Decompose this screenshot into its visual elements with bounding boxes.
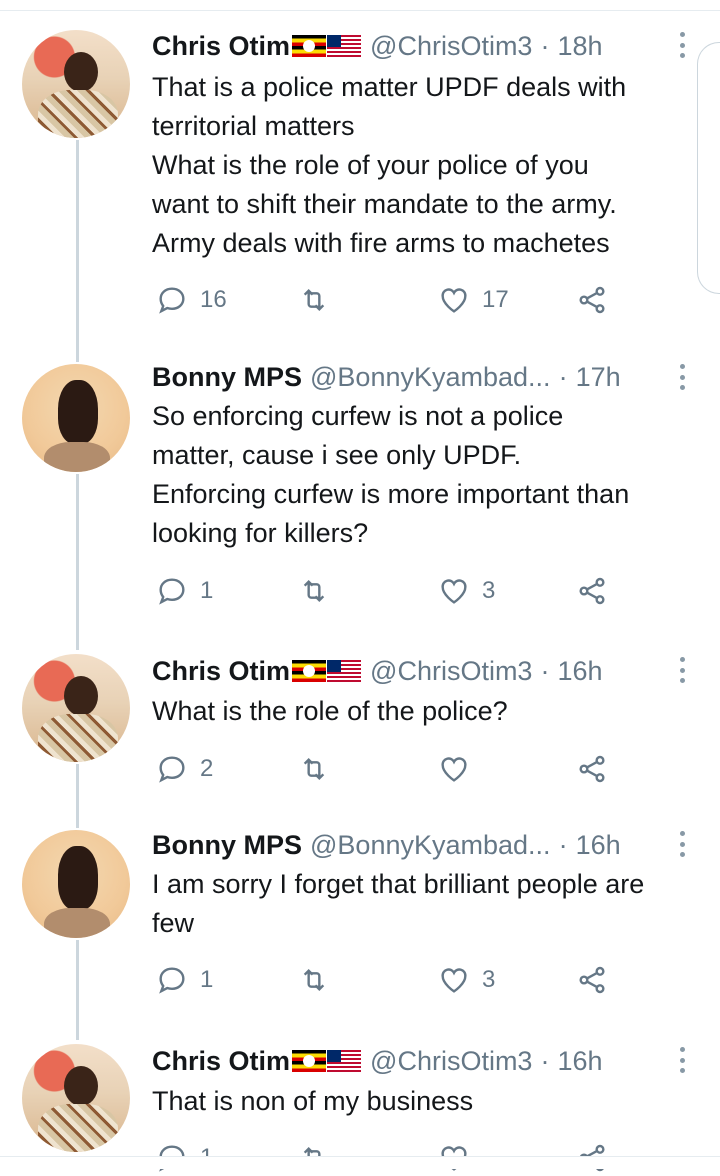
thread-line bbox=[76, 940, 79, 1040]
retweet-button[interactable] bbox=[298, 573, 342, 609]
tweet-actions: 1 3 bbox=[152, 962, 622, 998]
retweet-icon bbox=[303, 968, 325, 992]
separator-dot: · bbox=[540, 30, 550, 61]
heart-icon bbox=[441, 757, 467, 782]
retweet-icon bbox=[303, 288, 325, 312]
thread-line bbox=[76, 764, 79, 828]
like-count: 3 bbox=[482, 966, 496, 993]
share-button[interactable] bbox=[576, 282, 608, 318]
more-options-icon[interactable] bbox=[678, 657, 686, 683]
separator-dot: · bbox=[540, 655, 550, 686]
handle[interactable]: @BonnyKyambad... bbox=[310, 362, 551, 393]
share-button[interactable] bbox=[576, 573, 608, 609]
liberia-flag-icon bbox=[327, 35, 362, 57]
reply-icon bbox=[159, 287, 185, 314]
top-divider bbox=[0, 0, 720, 11]
flag-emojis bbox=[292, 660, 362, 682]
share-icon bbox=[579, 577, 605, 605]
tweet-text: So enforcing curfew is not a police matt… bbox=[152, 401, 630, 548]
handle[interactable]: @BonnyKyambad... bbox=[310, 830, 551, 861]
heart-icon bbox=[441, 579, 467, 604]
thread-line bbox=[76, 474, 79, 650]
reply-count: 1 bbox=[200, 966, 214, 993]
share-icon bbox=[579, 755, 605, 783]
thread-line bbox=[76, 140, 79, 362]
timestamp[interactable]: 18h bbox=[557, 31, 602, 62]
tweet-actions: 2 bbox=[152, 751, 622, 787]
reply-count: 2 bbox=[200, 755, 214, 782]
reply-button[interactable]: 2 bbox=[156, 751, 213, 787]
avatar[interactable] bbox=[22, 654, 130, 762]
share-icon bbox=[579, 966, 605, 994]
liberia-flag-icon bbox=[327, 1050, 362, 1072]
share-icon bbox=[579, 286, 605, 314]
separator-dot: · bbox=[558, 361, 568, 392]
more-options-icon[interactable] bbox=[678, 831, 686, 857]
tweet-actions: 1 3 bbox=[152, 573, 622, 609]
tweet-text: That is a police matter UPDF deals with … bbox=[152, 72, 627, 258]
like-count: 17 bbox=[482, 286, 509, 313]
reply-button[interactable]: 16 bbox=[156, 282, 227, 318]
uganda-flag-icon bbox=[292, 1050, 327, 1072]
retweet-icon bbox=[303, 757, 325, 781]
avatar[interactable] bbox=[22, 30, 130, 138]
reply-icon bbox=[159, 967, 185, 994]
tweet-header: Chris Otim @ChrisOtim3 · 16h bbox=[152, 653, 603, 689]
timestamp[interactable]: 16h bbox=[576, 830, 621, 861]
separator-dot: · bbox=[558, 829, 568, 860]
heart-icon bbox=[441, 968, 467, 993]
retweet-button[interactable] bbox=[298, 282, 342, 318]
tweet-text: I am sorry I forget that brilliant peopl… bbox=[152, 869, 645, 938]
more-options-icon[interactable] bbox=[678, 1047, 686, 1073]
retweet-icon bbox=[303, 579, 325, 603]
display-name[interactable]: Bonny MPS bbox=[152, 362, 302, 393]
reply-button[interactable]: 1 bbox=[156, 962, 213, 998]
more-options-icon[interactable] bbox=[678, 32, 686, 58]
tweet-header: Bonny MPS @BonnyKyambad... · 16h bbox=[152, 827, 621, 863]
reply-button[interactable]: 1 bbox=[156, 573, 213, 609]
share-button[interactable] bbox=[576, 751, 608, 787]
reply-count: 16 bbox=[200, 286, 227, 313]
bottom-edge bbox=[0, 1156, 720, 1169]
display-name[interactable]: Chris Otim bbox=[152, 656, 290, 687]
like-button[interactable]: 3 bbox=[438, 573, 495, 609]
handle[interactable]: @ChrisOtim3 bbox=[370, 31, 532, 62]
tweet-text: What is the role of the police? bbox=[152, 696, 508, 726]
like-button[interactable] bbox=[438, 751, 482, 787]
handle[interactable]: @ChrisOtim3 bbox=[370, 1046, 532, 1077]
tweet-header: Chris Otim @ChrisOtim3 · 18h bbox=[152, 28, 603, 64]
like-button[interactable]: 17 bbox=[438, 282, 509, 318]
timestamp[interactable]: 17h bbox=[576, 362, 621, 393]
avatar[interactable] bbox=[22, 364, 130, 472]
display-name[interactable]: Bonny MPS bbox=[152, 830, 302, 861]
timestamp[interactable]: 16h bbox=[557, 656, 602, 687]
liberia-flag-icon bbox=[327, 660, 362, 682]
display-name[interactable]: Chris Otim bbox=[152, 31, 290, 62]
retweet-button[interactable] bbox=[298, 751, 342, 787]
share-button[interactable] bbox=[576, 962, 608, 998]
reply-icon bbox=[159, 578, 185, 605]
like-button[interactable]: 3 bbox=[438, 962, 495, 998]
separator-dot: · bbox=[540, 1045, 550, 1076]
tweet-text: That is non of my business bbox=[152, 1086, 474, 1116]
flag-emojis bbox=[292, 35, 362, 57]
display-name[interactable]: Chris Otim bbox=[152, 1046, 290, 1077]
uganda-flag-icon bbox=[292, 660, 327, 682]
timestamp[interactable]: 16h bbox=[557, 1046, 602, 1077]
handle[interactable]: @ChrisOtim3 bbox=[370, 656, 532, 687]
heart-icon bbox=[441, 288, 467, 313]
avatar[interactable] bbox=[22, 1044, 130, 1152]
tweet-header: Bonny MPS @BonnyKyambad... · 17h bbox=[152, 359, 621, 395]
tweet-actions: 16 17 bbox=[152, 282, 622, 318]
flag-emojis bbox=[292, 1050, 362, 1072]
more-options-icon[interactable] bbox=[678, 364, 686, 390]
uganda-flag-icon bbox=[292, 35, 327, 57]
reply-count: 1 bbox=[200, 577, 214, 604]
retweet-button[interactable] bbox=[298, 962, 342, 998]
reply-icon bbox=[159, 756, 185, 783]
avatar[interactable] bbox=[22, 830, 130, 938]
tweet-header: Chris Otim @ChrisOtim3 · 16h bbox=[152, 1043, 603, 1079]
like-count: 3 bbox=[482, 577, 496, 604]
